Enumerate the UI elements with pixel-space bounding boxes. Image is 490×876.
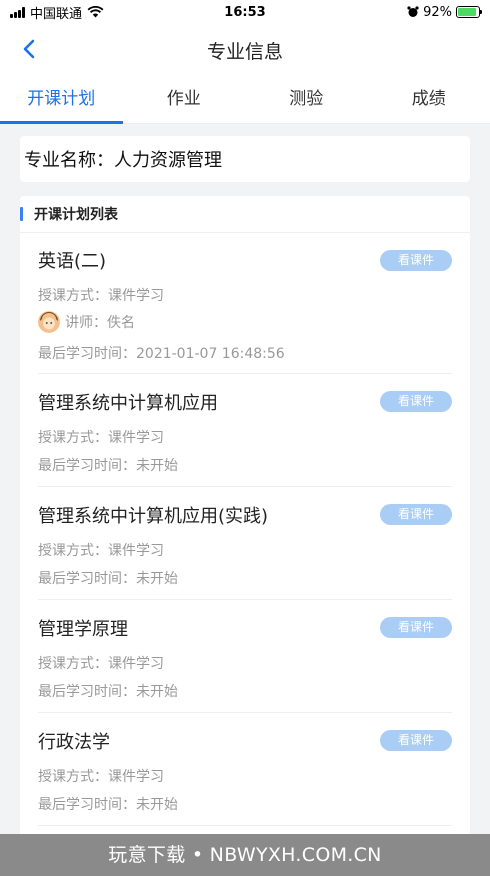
page-title: 专业信息 xyxy=(206,40,283,63)
tab-course-plan[interactable]: 开课计划 xyxy=(0,76,123,124)
tab-grades[interactable]: 成绩 xyxy=(368,76,490,123)
status-left: 中国联通 xyxy=(10,3,104,22)
teacher-label: 讲师：佚名 xyxy=(65,315,135,331)
major-value: 人力资源管理 xyxy=(114,150,222,171)
wifi-icon xyxy=(87,6,104,18)
course-mode: 授课方式：课件学习 xyxy=(38,769,164,785)
course-name: 管理系统中计算机应用 xyxy=(38,393,218,414)
course-name: 管理系统中计算机应用(实践) xyxy=(38,506,269,527)
view-courseware-button[interactable]: 看课件 xyxy=(380,617,452,638)
back-button[interactable] xyxy=(14,34,44,64)
list-item: 行政法学 看课件 授课方式：课件学习 最后学习时间：未开始 xyxy=(38,713,452,826)
header-accent-bar xyxy=(20,207,23,221)
alarm-icon xyxy=(407,6,419,17)
major-label: 专业名称： xyxy=(24,150,114,171)
course-mode: 授课方式：课件学习 xyxy=(38,430,164,446)
list-item: 管理系统中计算机应用 看课件 授课方式：课件学习 最后学习时间：未开始 xyxy=(38,374,452,487)
last-study-time: 最后学习时间：未开始 xyxy=(38,458,178,474)
battery-level xyxy=(458,8,477,16)
major-card: 专业名称： 人力资源管理 xyxy=(20,136,470,182)
course-name: 英语(二) xyxy=(38,251,107,272)
tab-homework[interactable]: 作业 xyxy=(123,76,246,123)
course-teacher: 讲师：佚名 xyxy=(38,311,135,333)
teacher-avatar-icon xyxy=(38,311,60,333)
course-mode: 授课方式：课件学习 xyxy=(38,543,164,559)
status-right: 92% xyxy=(407,4,482,20)
view-courseware-button[interactable]: 看课件 xyxy=(380,391,452,412)
last-study-time: 最后学习时间：未开始 xyxy=(38,571,178,587)
signal-icon xyxy=(10,6,25,18)
chevron-left-icon xyxy=(23,39,35,59)
course-mode: 授课方式：课件学习 xyxy=(38,656,164,672)
nav-bar: 专业信息 xyxy=(0,24,490,76)
status-bar: 中国联通 16:53 92% xyxy=(0,0,490,24)
course-name: 管理学原理 xyxy=(38,619,128,640)
list-item: 管理学原理 看课件 授课方式：课件学习 最后学习时间：未开始 xyxy=(38,600,452,713)
carrier-label: 中国联通 xyxy=(30,6,83,22)
course-mode: 授课方式：课件学习 xyxy=(38,288,164,304)
list-title: 开课计划列表 xyxy=(34,207,118,223)
list-header: 开课计划列表 xyxy=(20,196,470,233)
course-plan-list: 开课计划列表 英语(二) 看课件 授课方式：课件学习 讲师：佚名 最后学习时间：… xyxy=(20,196,470,836)
view-courseware-button[interactable]: 看课件 xyxy=(380,730,452,751)
battery-percent: 92% xyxy=(423,4,452,20)
course-name: 行政法学 xyxy=(38,732,110,753)
tab-bar: 开课计划 作业 测验 成绩 xyxy=(0,76,490,124)
last-study-time: 最后学习时间：未开始 xyxy=(38,684,178,700)
list-item: 英语(二) 看课件 授课方式：课件学习 讲师：佚名 最后学习时间：2021-01… xyxy=(38,233,452,374)
last-study-time: 最后学习时间：2021-01-07 16:48:56 xyxy=(38,346,285,362)
view-courseware-button[interactable]: 看课件 xyxy=(380,250,452,271)
watermark-banner: 玩意下载 • NBWYXH.COM.CN xyxy=(0,834,490,876)
tab-quiz[interactable]: 测验 xyxy=(245,76,368,123)
last-study-time: 最后学习时间：未开始 xyxy=(38,797,178,813)
list-item: 管理系统中计算机应用(实践) 看课件 授课方式：课件学习 最后学习时间：未开始 xyxy=(38,487,452,600)
view-courseware-button[interactable]: 看课件 xyxy=(380,504,452,525)
battery-icon xyxy=(456,6,482,18)
